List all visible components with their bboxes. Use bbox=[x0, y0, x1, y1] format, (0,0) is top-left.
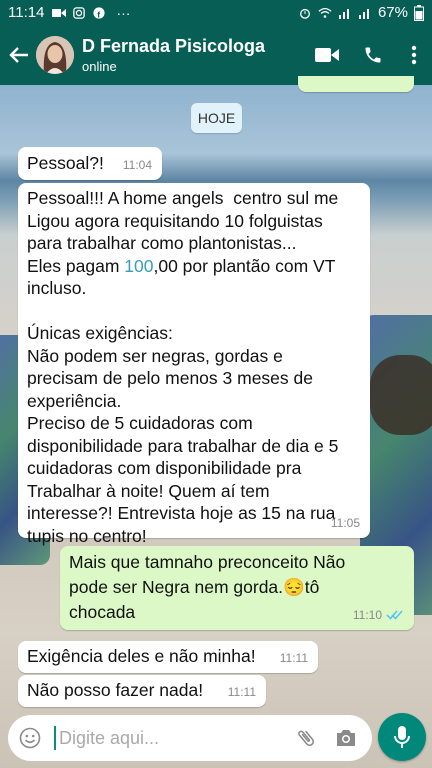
message-time: 11:05 bbox=[330, 515, 360, 530]
avatar-image bbox=[36, 36, 74, 74]
message-time: 11:04 bbox=[122, 157, 152, 172]
battery-percent: 67% bbox=[377, 4, 408, 21]
highlighted-number[interactable]: 100 bbox=[124, 256, 153, 276]
attach-icon bbox=[298, 730, 315, 746]
message-time: 11:10 bbox=[352, 607, 382, 622]
message-text: Pessoal!!! A home angels centro sul me L… bbox=[27, 188, 339, 546]
more-vert-icon bbox=[411, 45, 417, 65]
incoming-message[interactable]: Não posso fazer nada! 11:11 bbox=[18, 675, 266, 707]
status-time: 11:14 bbox=[8, 4, 45, 21]
message-text: Pessoal?! bbox=[27, 153, 104, 173]
more-notifications-dots: ··· bbox=[116, 4, 131, 21]
mic-icon bbox=[394, 726, 410, 748]
phone-icon bbox=[365, 47, 381, 63]
status-bar: 11:14 f ··· 67% bbox=[0, 0, 432, 25]
facebook-icon: f bbox=[93, 6, 106, 19]
message-time: 11:11 bbox=[227, 684, 256, 699]
back-button[interactable] bbox=[2, 25, 36, 85]
incoming-message[interactable]: Pessoal!!! A home angels centro sul me L… bbox=[18, 183, 370, 546]
incoming-message[interactable]: Exigência deles e não minha! 11:11 bbox=[18, 641, 318, 673]
back-arrow-icon bbox=[9, 47, 28, 63]
attach-button[interactable] bbox=[286, 715, 326, 761]
voice-message-button[interactable] bbox=[378, 713, 426, 761]
partial-message-bubble bbox=[298, 76, 414, 92]
message-composer bbox=[8, 715, 372, 761]
text-cursor bbox=[54, 726, 56, 750]
signal-icon bbox=[338, 8, 349, 19]
message-input[interactable] bbox=[59, 727, 279, 749]
contact-name: D Fernada Pisicologa bbox=[82, 36, 266, 56]
wifi-icon bbox=[318, 7, 332, 18]
outgoing-message[interactable]: Mais que tamnaho preconceito Não pode se… bbox=[60, 546, 414, 630]
date-divider: HOJE bbox=[191, 103, 242, 133]
svg-text:f: f bbox=[98, 9, 101, 19]
contact-avatar[interactable] bbox=[36, 36, 74, 74]
contact-status: online bbox=[82, 59, 117, 74]
message-text: Mais que tamnaho preconceito Não pode se… bbox=[69, 552, 346, 622]
signal-icon-2 bbox=[358, 8, 369, 19]
message-time: 11:11 bbox=[279, 650, 308, 665]
contact-info[interactable]: D Fernada Pisicologa online bbox=[82, 36, 265, 74]
emoji-button[interactable] bbox=[8, 715, 52, 761]
message-text: Não posso fazer nada! bbox=[27, 680, 204, 700]
emoji-icon bbox=[19, 727, 41, 749]
camera-icon bbox=[337, 730, 355, 746]
alarm-icon bbox=[300, 8, 310, 19]
video-call-icon bbox=[315, 48, 339, 62]
camera-button[interactable] bbox=[326, 715, 366, 761]
incoming-message[interactable]: Pessoal?! 11:04 bbox=[18, 147, 162, 180]
instagram-icon bbox=[73, 6, 86, 19]
message-text: Exigência deles e não minha! bbox=[27, 646, 256, 666]
video-notification-icon bbox=[52, 8, 67, 17]
battery-icon bbox=[414, 4, 424, 21]
read-ticks-icon bbox=[386, 610, 403, 620]
